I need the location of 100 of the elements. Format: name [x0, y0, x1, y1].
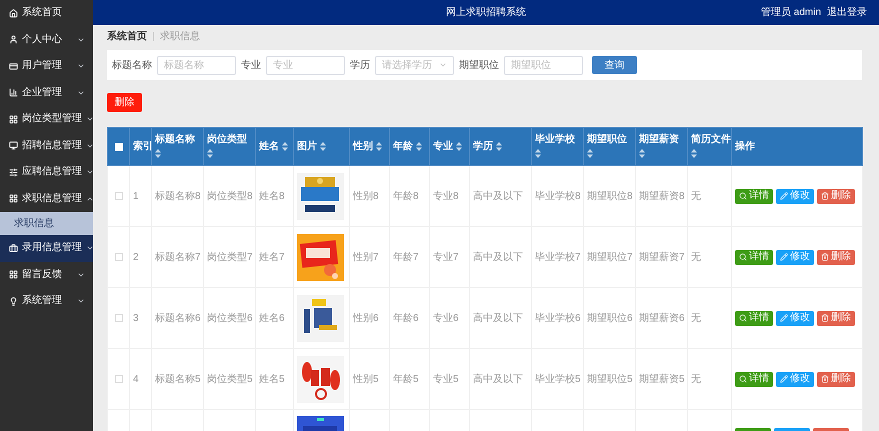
delete-button[interactable]: 删除 [107, 93, 142, 112]
table-cell: 期望职位7 [587, 252, 633, 262]
sidebar-item[interactable]: 用户管理 [0, 53, 93, 80]
breadcrumb-item: 求职信息 [160, 30, 200, 44]
detail-button[interactable]: 详情 [735, 188, 773, 204]
sidebar-item[interactable]: 个人中心 [0, 26, 93, 53]
table-cell: 性别6 [353, 312, 379, 324]
sort-icon[interactable] [416, 142, 422, 151]
sort-icon[interactable] [587, 149, 593, 158]
sort-icon[interactable] [496, 142, 502, 151]
search-icon [739, 253, 747, 261]
sidebar-item[interactable]: 招聘信息管理 [0, 132, 93, 159]
search-icon [739, 375, 747, 383]
field-label: 标题名称 [112, 58, 152, 72]
table-cell: 高中及以下 [473, 312, 523, 324]
table-cell: 岗位类型6 [207, 312, 253, 324]
breadcrumb-item[interactable]: 系统首页 [107, 28, 147, 44]
table-cell: 2 [133, 252, 139, 262]
edit-button[interactable]: 修改 [776, 372, 814, 386]
table-cell: 年龄7 [393, 252, 419, 262]
sidebar-item[interactable]: 岗位类型管理 [0, 106, 93, 132]
sort-icon[interactable] [155, 149, 161, 158]
table-cell: 岗位类型5 [207, 374, 253, 384]
table-cell: 岗位类型8 [207, 190, 253, 202]
table-cell: 专业8 [433, 190, 459, 202]
edit-button[interactable]: 修改 [776, 310, 814, 326]
table-cell: 3 [133, 312, 139, 324]
table-cell: 专业5 [433, 374, 459, 384]
table-cell: 无 [691, 374, 701, 384]
row-checkbox[interactable] [114, 314, 122, 322]
sort-icon[interactable] [535, 149, 541, 158]
select-all-checkbox[interactable] [114, 142, 122, 150]
sidebar-item[interactable]: 录用信息管理 [0, 235, 93, 262]
field-label: 期望职位 [459, 58, 499, 72]
row-checkbox[interactable] [114, 375, 122, 383]
search-field[interactable]: 期望职位 [504, 56, 583, 74]
grid-icon [9, 114, 18, 124]
pencil-icon [780, 375, 788, 383]
sort-icon[interactable] [282, 142, 288, 151]
sort-icon[interactable] [639, 149, 645, 158]
field-label: 专业 [241, 58, 261, 72]
logout-link[interactable]: 退出登录 [827, 5, 867, 20]
sidebar-item[interactable]: 应聘信息管理 [0, 159, 93, 186]
pencil-icon [780, 253, 788, 261]
table-cell: 性别7 [353, 252, 379, 262]
table-cell: 毕业学校7 [535, 252, 581, 262]
table-cell: 专业7 [433, 252, 459, 262]
table-cell: 标题名称7 [155, 252, 201, 262]
delete-button[interactable]: 删除 [817, 372, 855, 386]
bar-chart-icon [9, 88, 18, 98]
user-label: 管理员 admin [760, 6, 821, 20]
table-cell: 无 [691, 190, 701, 202]
search-icon [739, 314, 747, 322]
table-cell: 姓名7 [259, 252, 285, 262]
sidebar-item[interactable]: 企业管理 [0, 80, 93, 106]
sort-icon[interactable] [207, 149, 213, 158]
table-cell: 期望薪资5 [639, 374, 685, 384]
sidebar-subitem[interactable]: 求职信息 [0, 212, 93, 235]
table-cell: 高中及以下 [473, 190, 523, 202]
trash-icon [821, 314, 829, 322]
table-cell: 姓名5 [259, 374, 285, 384]
edit-button[interactable]: 修改 [776, 188, 814, 204]
table-cell: 姓名8 [259, 190, 285, 202]
table-cell: 年龄5 [393, 374, 419, 384]
table-cell: 期望职位6 [587, 312, 633, 324]
user-icon [9, 35, 18, 44]
home-icon [9, 8, 18, 18]
sort-icon[interactable] [376, 142, 382, 151]
pencil-icon [780, 314, 788, 322]
sidebar-item[interactable]: 留言反馈 [0, 262, 93, 288]
trash-icon [821, 375, 829, 383]
detail-button[interactable]: 详情 [735, 310, 773, 326]
sidebar-item[interactable]: 系统首页 [0, 0, 93, 26]
sidebar-item[interactable]: 求职信息管理 [0, 186, 93, 212]
detail-button[interactable]: 详情 [735, 250, 773, 264]
search-icon [739, 192, 747, 200]
search-field[interactable]: 专业 [266, 56, 345, 74]
table-cell: 专业6 [433, 312, 459, 324]
sort-icon[interactable] [456, 142, 462, 151]
search-field[interactable]: 标题名称 [157, 56, 236, 74]
table-cell: 毕业学校5 [535, 374, 581, 384]
delete-button[interactable]: 删除 [817, 250, 855, 264]
detail-button[interactable]: 详情 [735, 372, 773, 386]
sidebar-item[interactable]: 系统管理 [0, 288, 93, 314]
sort-icon[interactable] [691, 149, 697, 158]
delete-button[interactable]: 删除 [817, 310, 855, 326]
pencil-icon [780, 192, 788, 200]
delete-button[interactable]: 删除 [817, 188, 855, 204]
row-checkbox[interactable] [114, 192, 122, 200]
edit-button[interactable]: 修改 [776, 250, 814, 264]
trash-icon [821, 192, 829, 200]
row-checkbox[interactable] [114, 253, 122, 261]
table-cell: 标题名称8 [155, 190, 201, 202]
table-cell: 毕业学校8 [535, 190, 581, 202]
table-cell: 无 [691, 312, 701, 324]
table-cell: 期望职位8 [587, 190, 633, 202]
trash-icon [821, 253, 829, 261]
query-button[interactable]: 查询 [592, 56, 637, 74]
grid-icon [9, 194, 18, 204]
sort-icon[interactable] [320, 142, 326, 151]
